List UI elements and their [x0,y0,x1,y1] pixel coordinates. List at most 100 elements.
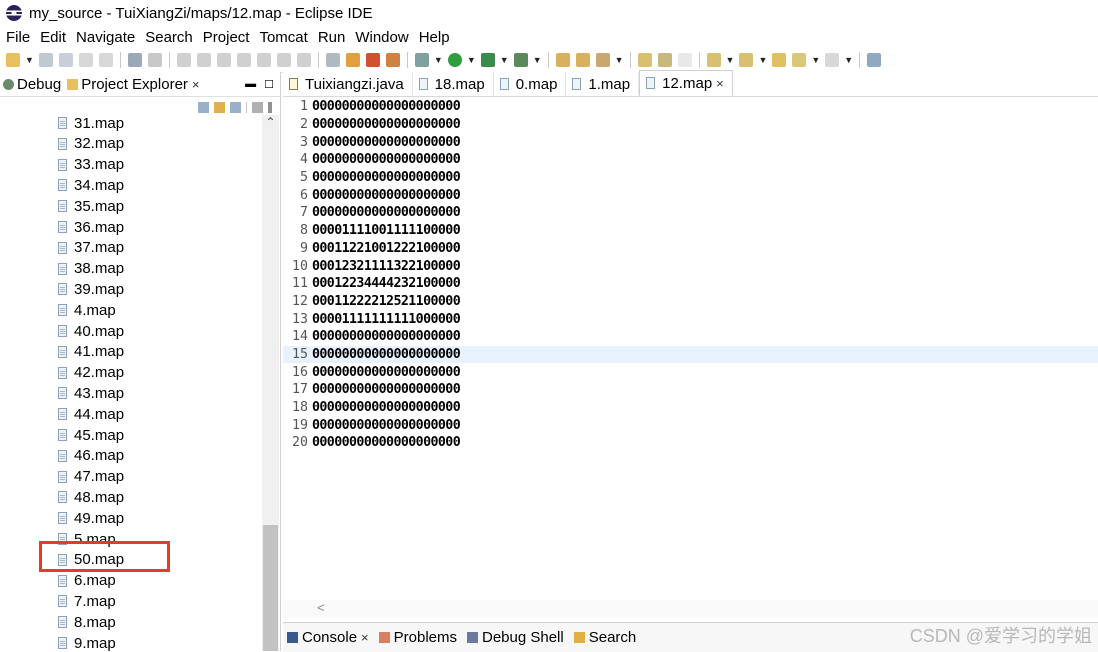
tree-item[interactable]: 32.map [58,134,124,154]
skip-breakpoints-icon[interactable] [147,53,162,67]
tab-console[interactable]: Console × [283,629,375,646]
tree-item[interactable]: 37.map [58,238,124,258]
tree-item[interactable]: 46.map [58,446,124,466]
menu-search[interactable]: Search [140,29,198,46]
line-text[interactable]: 00000000000000000000 [312,435,461,450]
tab-tuixiangzi-java[interactable]: Tuixiangzi.java [283,72,413,96]
search-toolbar-icon[interactable] [595,53,610,67]
tree-item[interactable]: 35.map [58,196,124,216]
line-text[interactable]: 00011222212521100000 [312,294,461,309]
line-text[interactable]: 00000000000000000000 [312,152,461,167]
forward-dropdown-icon[interactable]: ▼ [844,55,853,65]
tree-scrollbar[interactable]: ⌃ [262,115,279,651]
tab-project-explorer[interactable]: Project Explorer × [64,72,203,96]
line-text[interactable]: 00000000000000000000 [312,188,461,203]
tree-item[interactable]: 40.map [58,321,124,341]
tree-item[interactable]: 42.map [58,363,124,383]
line-text[interactable]: 00011221001222100000 [312,241,461,256]
tomcat-restart-icon[interactable] [385,53,400,67]
link-with-editor-icon[interactable] [214,101,225,113]
suspend-icon[interactable] [196,53,211,67]
pin-editor-icon[interactable] [867,53,882,67]
code-line[interactable]: 4 00000000000000000000 [283,151,1098,169]
toggle-mark-occurrences-icon[interactable] [637,53,652,67]
code-line[interactable]: 12 00011222212521100000 [283,293,1098,311]
line-text[interactable]: 00000000000000000000 [312,170,461,185]
scroll-left-icon[interactable]: < [317,600,325,615]
step-return-icon[interactable] [296,53,311,67]
resume-icon[interactable] [176,53,191,67]
line-text[interactable]: 00000000000000000000 [312,135,461,150]
tab-debug-shell[interactable]: Debug Shell [463,629,570,646]
collapse-all-icon[interactable] [198,101,209,113]
scroll-up-icon[interactable]: ⌃ [262,115,279,133]
use-step-filters-icon[interactable] [325,53,340,67]
menu-navigate[interactable]: Navigate [71,29,140,46]
tree-item[interactable]: 6.map [58,571,116,591]
save-all-icon[interactable] [58,53,73,67]
run-icon[interactable] [447,53,462,67]
toggle-block-selection-icon[interactable] [657,53,672,67]
horizontal-scrollbar[interactable]: < [283,600,1098,618]
view-menu-icon[interactable] [268,101,272,113]
code-line[interactable]: 6 00000000000000000000 [283,186,1098,204]
tree-item[interactable]: 4.map [58,300,116,320]
menu-help[interactable]: Help [414,29,455,46]
tab-12-map[interactable]: 12.map × [639,70,733,96]
menu-window[interactable]: Window [350,29,413,46]
disconnect-icon[interactable] [236,53,251,67]
back-dropdown-icon[interactable]: ▼ [811,55,820,65]
menu-file[interactable]: File [0,29,35,46]
menu-run[interactable]: Run [313,29,351,46]
step-over-icon[interactable] [276,53,291,67]
tree-item[interactable]: 33.map [58,155,124,175]
line-text[interactable]: 00000000000000000000 [312,117,461,132]
run-dropdown-icon[interactable]: ▼ [467,55,476,65]
code-line[interactable]: 1 00000000000000000000 [283,98,1098,116]
line-text[interactable]: 00000000000000000000 [312,205,461,220]
tree-item[interactable]: 48.map [58,487,124,507]
tree-item[interactable]: 36.map [58,217,124,237]
code-line[interactable]: 10 00012321111322100000 [283,257,1098,275]
tab-search[interactable]: Search [570,629,643,646]
tab-debug[interactable]: Debug [0,72,64,96]
code-line[interactable]: 3 00000000000000000000 [283,133,1098,151]
minimize-icon[interactable]: ▬ [245,78,256,91]
maximize-icon[interactable]: ☐ [264,78,274,91]
last-edit-location-icon[interactable] [772,53,787,67]
coverage-icon[interactable] [480,53,495,67]
redo-icon[interactable] [98,53,113,67]
tree-item[interactable]: 47.map [58,467,124,487]
focus-on-active-task-icon[interactable] [252,101,263,113]
code-line[interactable]: 19 00000000000000000000 [283,416,1098,434]
code-line[interactable]: 2 00000000000000000000 [283,116,1098,134]
save-icon[interactable] [38,53,53,67]
external-tools-dropdown-icon[interactable]: ▼ [533,55,542,65]
debug-dropdown-icon[interactable]: ▼ [434,55,443,65]
undo-icon[interactable] [78,53,93,67]
tree-item[interactable]: 45.map [58,425,124,445]
external-tools-icon[interactable] [513,53,528,67]
tree-item[interactable]: 43.map [58,383,124,403]
previous-annotation-dropdown-icon[interactable]: ▼ [758,55,767,65]
line-text[interactable]: 00000000000000000000 [312,382,461,397]
coverage-dropdown-icon[interactable]: ▼ [500,55,509,65]
scroll-thumb[interactable] [263,525,278,651]
next-annotation-dropdown-icon[interactable]: ▼ [726,55,735,65]
tomcat-start-icon[interactable] [345,53,360,67]
forward-icon[interactable] [825,53,840,67]
line-text[interactable]: 00012321111322100000 [312,259,461,274]
code-text-area[interactable]: 1 00000000000000000000 2 000000000000000000… [283,98,1098,452]
line-text[interactable]: 00001111111111000000 [312,312,461,327]
code-line[interactable]: 16 00000000000000000000 [283,363,1098,381]
tree-item[interactable]: 44.map [58,404,124,424]
show-whitespace-icon[interactable] [677,53,692,67]
tab-18-map[interactable]: 18.map [413,72,494,96]
menu-tomcat[interactable]: Tomcat [254,29,312,46]
menu-project[interactable]: Project [198,29,255,46]
terminal-icon[interactable] [127,53,142,67]
code-line[interactable]: 13 00001111111111000000 [283,310,1098,328]
code-line[interactable]: 9 00011221001222100000 [283,240,1098,258]
tab-0-map[interactable]: 0.map [494,72,567,96]
open-type-icon[interactable] [555,53,570,67]
